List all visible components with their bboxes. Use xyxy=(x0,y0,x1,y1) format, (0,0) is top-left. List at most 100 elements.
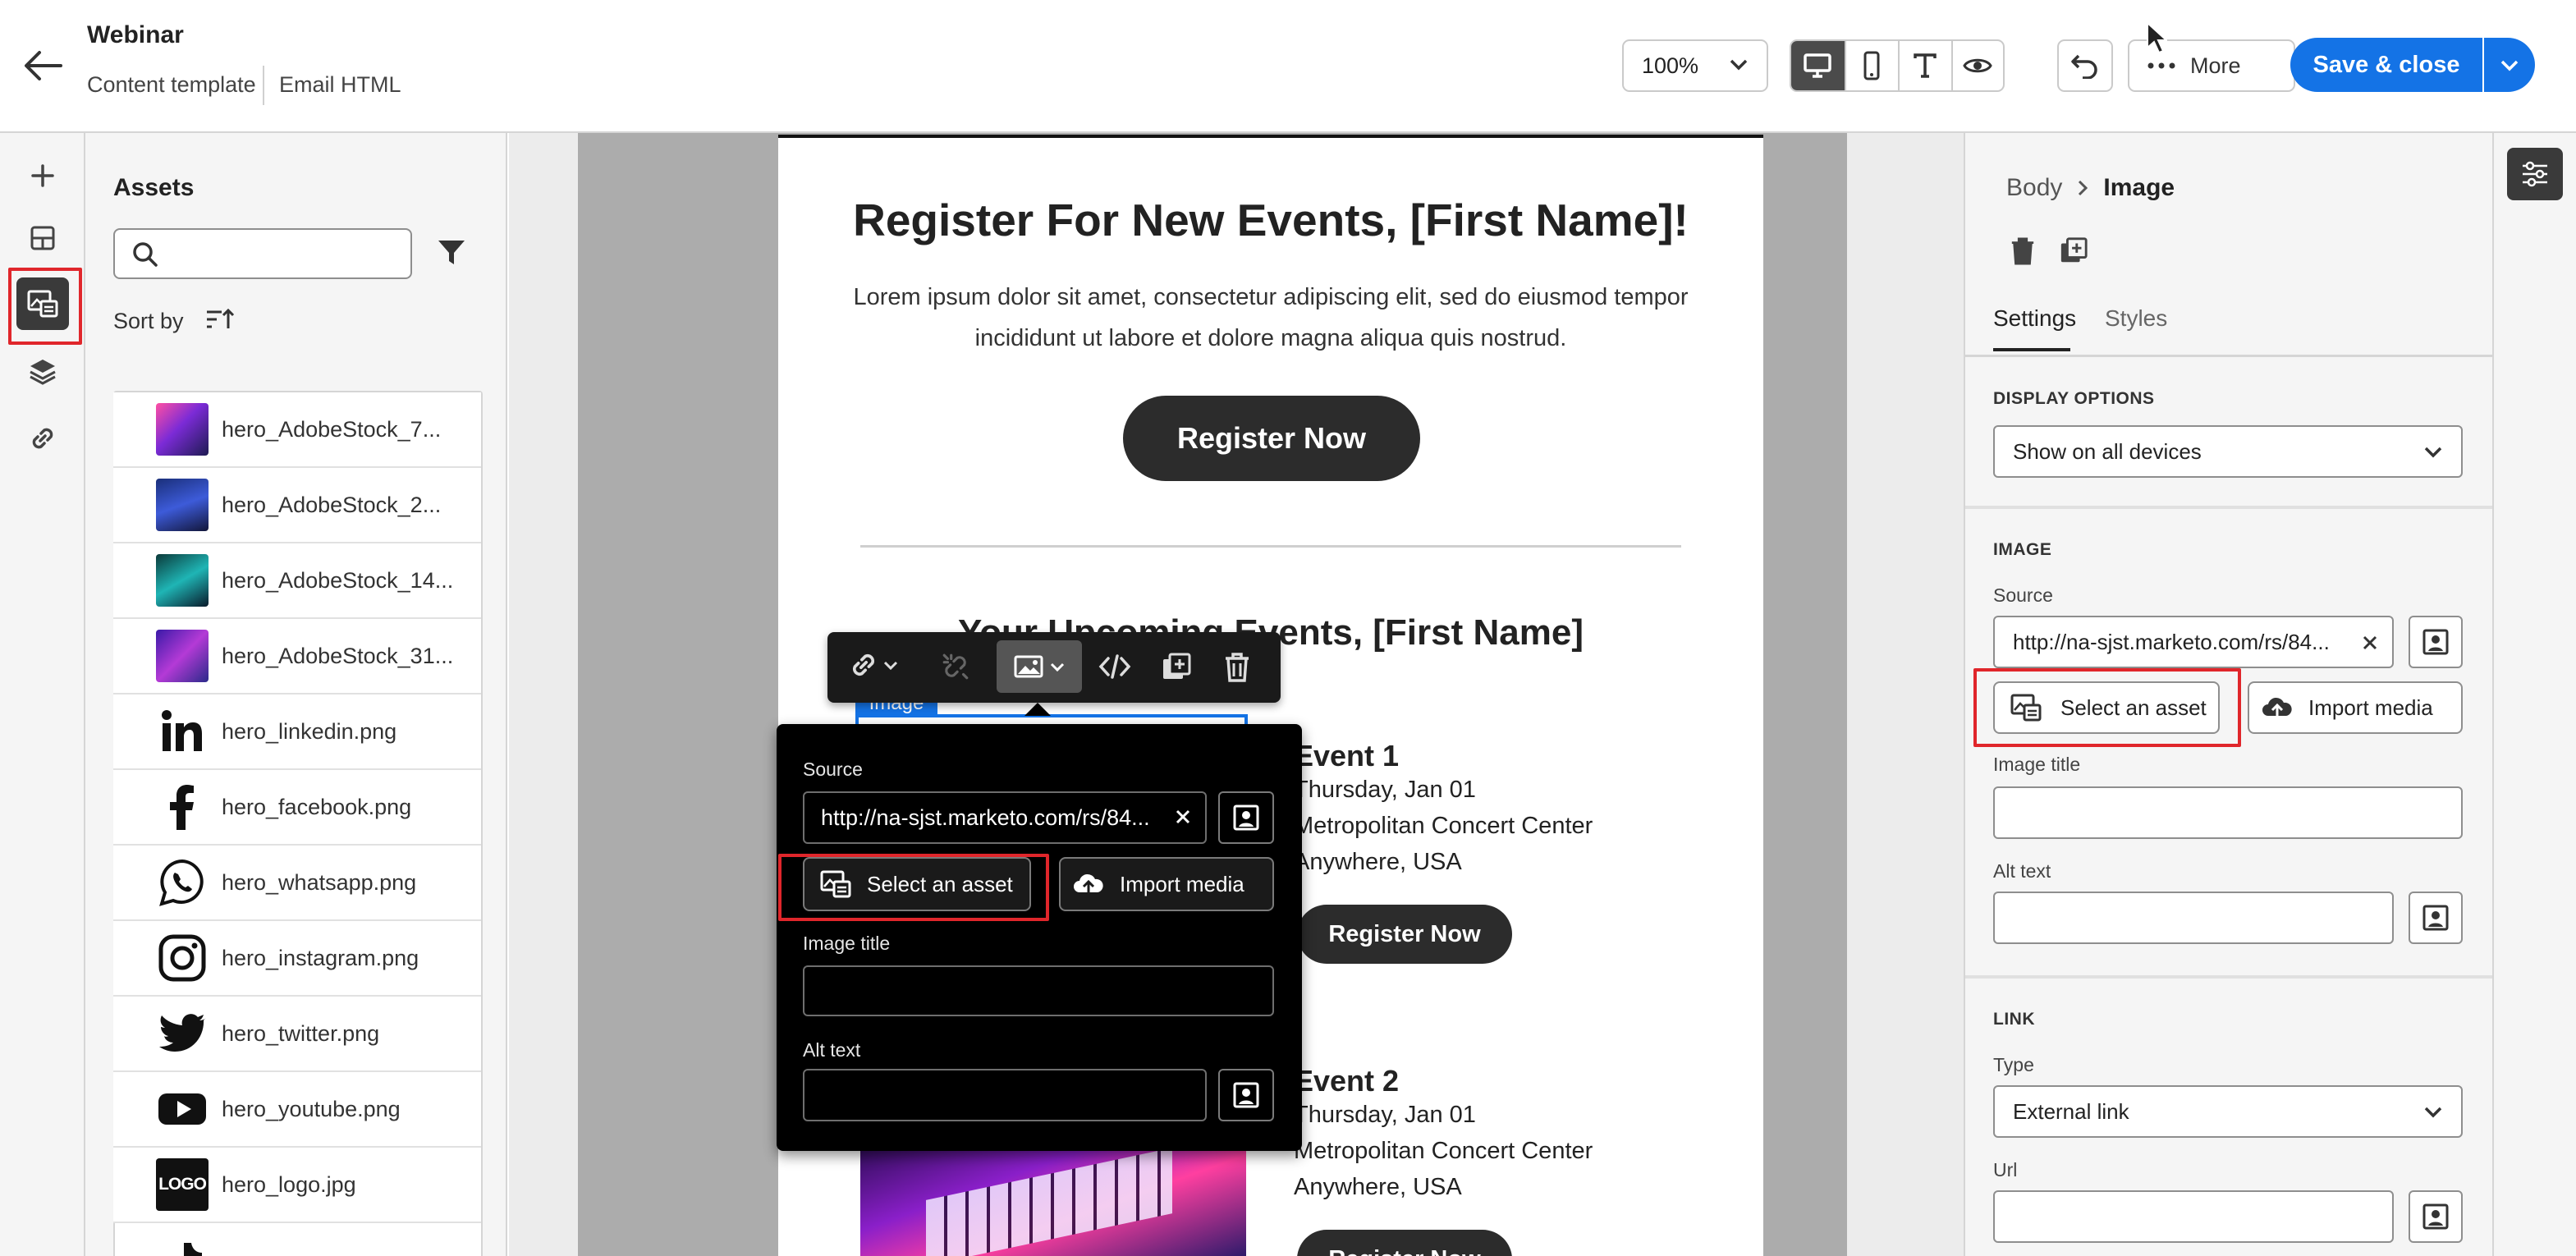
asset-item[interactable]: hero_linkedin.png xyxy=(113,694,481,770)
event-date[interactable]: Thursday, Jan 01 xyxy=(1294,777,1476,804)
chevron-down-icon xyxy=(1050,662,1065,672)
personalize-icon xyxy=(2422,905,2449,931)
event-image[interactable] xyxy=(860,1141,1246,1256)
tab-settings[interactable]: Settings xyxy=(1993,305,2076,351)
duplicate-icon[interactable] xyxy=(2059,236,2088,266)
email-intro-line[interactable]: Lorem ipsum dolor sit amet, consectetur … xyxy=(778,284,1763,311)
fragments-icon[interactable] xyxy=(16,212,69,264)
properties-toggle-button[interactable] xyxy=(2507,148,2563,200)
zoom-value: 100% xyxy=(1642,53,1699,78)
popover-image-title-input[interactable] xyxy=(803,965,1274,1016)
clear-icon[interactable] xyxy=(1174,808,1192,826)
personalize-icon xyxy=(1233,1082,1259,1108)
delete-icon[interactable] xyxy=(2010,236,2036,266)
import-media-button[interactable]: Import media xyxy=(2248,681,2463,734)
image-menu-button[interactable] xyxy=(997,640,1082,693)
link-menu-button[interactable] xyxy=(849,650,898,680)
undo-button[interactable] xyxy=(2057,39,2113,92)
event-location[interactable]: Anywhere, USA xyxy=(1294,1174,1462,1201)
instagram-icon xyxy=(158,934,206,982)
popover-source-label: Source xyxy=(803,759,863,780)
event-venue[interactable]: Metropolitan Concert Center xyxy=(1294,813,1593,840)
tab-styles[interactable]: Styles xyxy=(2105,305,2167,332)
filter-icon[interactable] xyxy=(437,238,466,268)
asset-item[interactable]: hero_instagram.png xyxy=(113,921,481,997)
image-toolbar xyxy=(827,632,1281,703)
url-picker-button[interactable] xyxy=(2409,1190,2463,1243)
url-input[interactable] xyxy=(1993,1190,2394,1243)
asset-item[interactable]: hero_youtube.png xyxy=(113,1072,481,1148)
ellipsis-icon xyxy=(2147,62,2175,69)
link-type-value: External link xyxy=(2013,1098,2129,1124)
email-intro-line[interactable]: incididunt ut labore et dolore magna ali… xyxy=(778,325,1763,352)
asset-item[interactable]: hero_AdobeStock_7... xyxy=(113,392,481,468)
event-register-button[interactable]: Register Now xyxy=(1297,905,1512,964)
asset-item[interactable]: hero_AdobeStock_2... xyxy=(113,468,481,543)
duplicate-icon[interactable] xyxy=(1161,652,1192,683)
source-input[interactable]: http://na-sjst.marketo.com/rs/84... xyxy=(1993,616,2394,668)
alt-text-label: Alt text xyxy=(1993,860,2051,882)
tabs-divider xyxy=(1965,355,2492,357)
asset-item[interactable]: hero_twitter.png xyxy=(113,997,481,1072)
text-icon xyxy=(1914,53,1937,78)
assets-panel: Assets Sort by hero_AdobeStock_7... hero… xyxy=(85,133,507,1256)
event-venue[interactable]: Metropolitan Concert Center xyxy=(1294,1138,1593,1165)
popover-alt-text-picker-button[interactable] xyxy=(1218,1069,1274,1121)
preview-button[interactable] xyxy=(1950,41,2003,90)
event-register-button[interactable]: Register Now xyxy=(1297,1230,1512,1256)
breadcrumb-email-html[interactable]: Email HTML xyxy=(279,72,401,98)
zoom-select[interactable]: 100% xyxy=(1622,39,1768,92)
popover-alt-text-input[interactable] xyxy=(803,1069,1207,1121)
desktop-view-button[interactable] xyxy=(1791,41,1845,90)
register-now-button[interactable]: Register Now xyxy=(1123,396,1420,481)
alt-text-picker-button[interactable] xyxy=(2409,892,2463,944)
asset-item[interactable]: hero_AdobeStock_31... xyxy=(113,619,481,694)
link-icon xyxy=(852,653,875,676)
youtube-icon xyxy=(158,1093,206,1125)
event-title[interactable]: Event 2 xyxy=(1294,1064,1399,1098)
clear-icon[interactable] xyxy=(2361,634,2379,652)
facebook-icon xyxy=(170,785,194,830)
search-icon xyxy=(131,241,159,268)
delete-icon[interactable] xyxy=(1223,652,1251,683)
properties-breadcrumb: Body Image xyxy=(2006,174,2175,202)
back-arrow-icon[interactable] xyxy=(21,48,64,84)
popover-source-picker-button[interactable] xyxy=(1218,791,1274,844)
asset-item[interactable]: hero_facebook.png xyxy=(113,770,481,846)
section-divider xyxy=(1965,506,2492,509)
link-type-select[interactable]: External link xyxy=(1993,1085,2463,1138)
asset-name: hero_logo.jpg xyxy=(222,1171,356,1197)
source-picker-button[interactable] xyxy=(2409,616,2463,668)
email-heading[interactable]: Register For New Events, [First Name]! xyxy=(778,194,1763,246)
asset-name: hero_instagram.png xyxy=(222,945,419,970)
popover-arrow xyxy=(1024,703,1051,716)
code-icon[interactable] xyxy=(1098,652,1131,681)
save-options-button[interactable] xyxy=(2484,38,2535,92)
image-title-input[interactable] xyxy=(1993,786,2463,839)
alt-text-input[interactable] xyxy=(1993,892,2394,944)
sort-order-icon[interactable] xyxy=(205,307,235,332)
popover-import-media-button[interactable]: Import media xyxy=(1059,857,1274,911)
event-title[interactable]: Event 1 xyxy=(1294,739,1399,773)
add-icon[interactable] xyxy=(16,149,69,202)
asset-item[interactable]: hero_whatsapp.png xyxy=(113,846,481,921)
asset-item[interactable]: LOGO hero_logo.jpg xyxy=(113,1148,481,1223)
link-icon[interactable] xyxy=(16,412,69,465)
assets-title: Assets xyxy=(113,174,195,201)
event-location[interactable]: Anywhere, USA xyxy=(1294,849,1462,876)
text-view-button[interactable] xyxy=(1897,41,1951,90)
twitter-icon xyxy=(159,1014,206,1052)
breadcrumb-body[interactable]: Body xyxy=(2006,174,2062,202)
layers-icon[interactable] xyxy=(16,345,69,397)
asset-item[interactable]: hero_AdobeStock_14... xyxy=(113,543,481,619)
whatsapp-icon xyxy=(159,859,204,906)
mobile-view-button[interactable] xyxy=(1844,41,1898,90)
event-date[interactable]: Thursday, Jan 01 xyxy=(1294,1102,1476,1129)
asset-search-input[interactable] xyxy=(113,228,412,279)
popover-source-input[interactable]: http://na-sjst.marketo.com/rs/84... xyxy=(803,791,1207,844)
personalize-icon xyxy=(2422,1203,2449,1230)
display-options-select[interactable]: Show on all devices xyxy=(1993,425,2463,478)
popover-alt-text-label: Alt text xyxy=(803,1039,861,1061)
breadcrumb-content-template[interactable]: Content template xyxy=(87,72,256,98)
save-close-button[interactable]: Save & close xyxy=(2290,38,2482,92)
